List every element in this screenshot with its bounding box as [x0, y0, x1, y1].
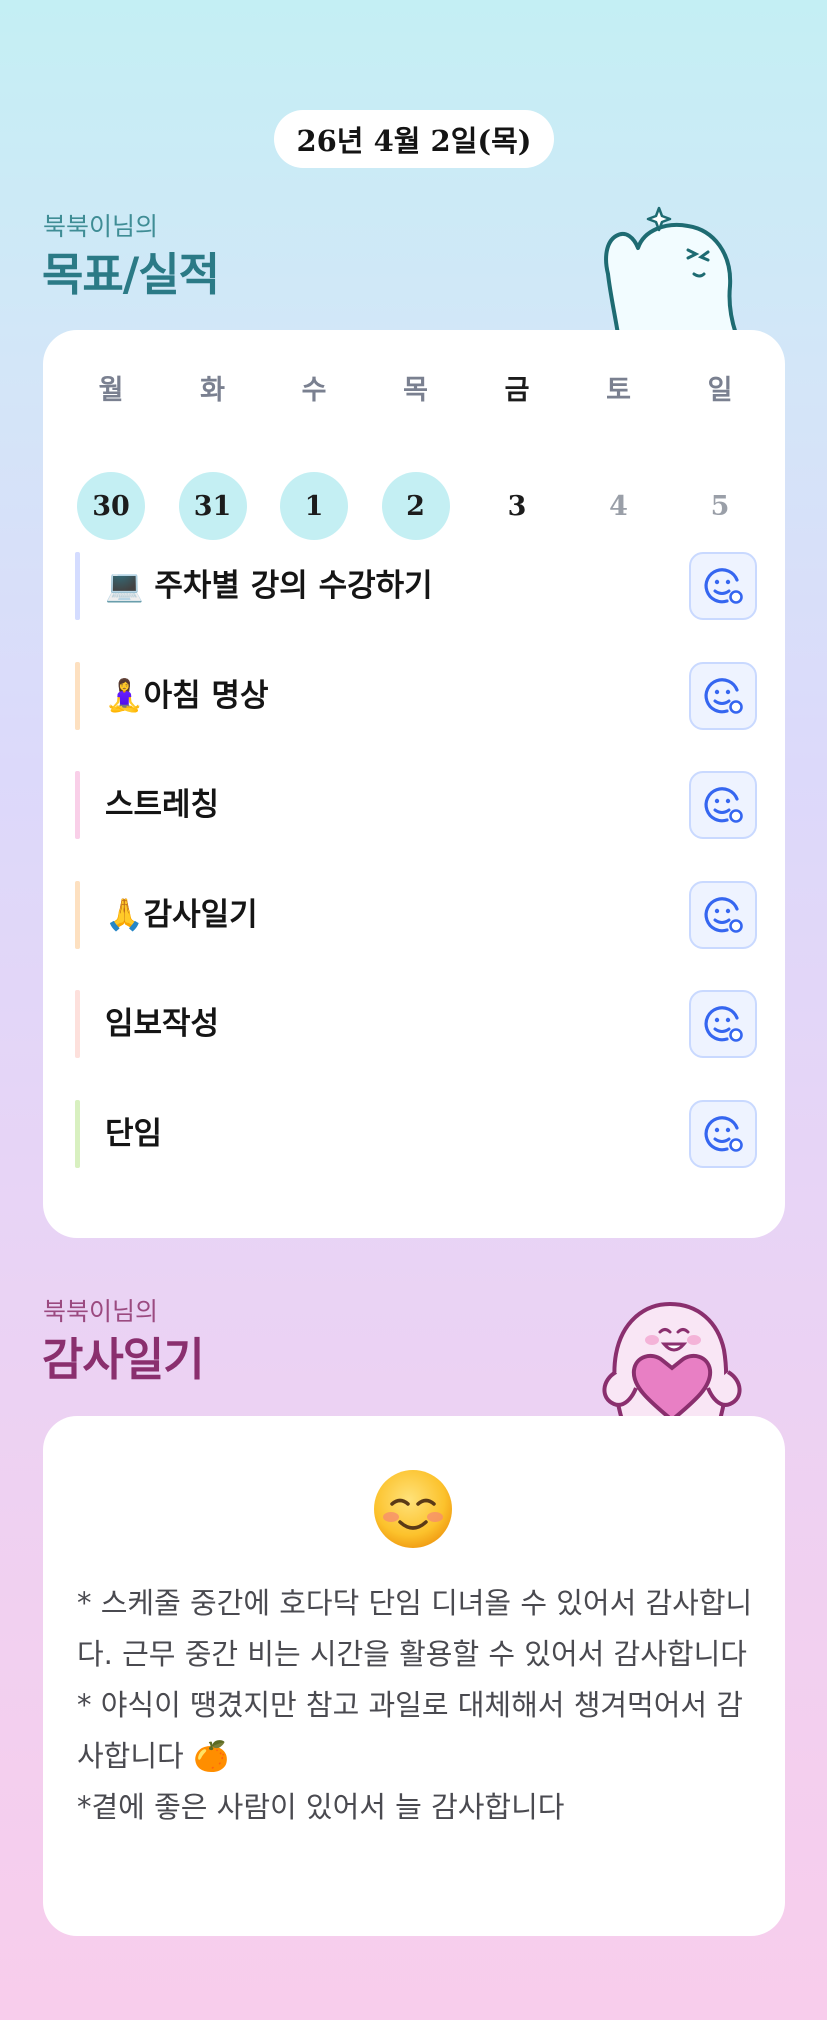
date-pill[interactable]: 26년 4월 2일(목)	[274, 110, 554, 168]
habit-check-button[interactable]	[689, 990, 757, 1058]
day-number[interactable]: 3	[483, 472, 551, 540]
habit-row: 💻 주차별 강의 수강하기	[75, 552, 757, 620]
habit-label: 💻 주차별 강의 수강하기	[105, 568, 433, 604]
habit-label: 단임	[105, 1115, 163, 1152]
waving-ghost-mascot-icon	[604, 206, 738, 334]
habit-check-button[interactable]	[689, 880, 757, 949]
day-number[interactable]: 4	[585, 472, 653, 540]
habit-check-button[interactable]	[689, 771, 757, 839]
smiley-face-add-icon	[704, 1115, 743, 1152]
gratitude-text: * 스케줄 중간에 호다닥 단임 디녀올 수 있어서 감사합니다. 근무 중간 …	[77, 1578, 757, 1833]
day-number[interactable]: 30	[77, 472, 145, 540]
habit-color-bar	[75, 552, 80, 620]
habit-check-button[interactable]	[689, 552, 757, 620]
day-number[interactable]: 5	[686, 472, 754, 540]
goals-title: 목표/실적	[42, 248, 220, 301]
habit-row: 🙏감사일기	[75, 880, 757, 949]
day-name: 화	[200, 375, 225, 406]
habit-label: 임보작성	[105, 1006, 220, 1042]
day-name: 일	[707, 375, 733, 406]
gratitude-line: *곁에 좋은 사람이 있어서 늘 감사합니다	[77, 1790, 565, 1824]
habit-check-button[interactable]	[689, 661, 757, 730]
habit-color-bar	[75, 990, 80, 1058]
habit-color-bar	[75, 880, 80, 949]
smiling-face-emoji	[374, 1470, 452, 1548]
heart-holding-ghost-mascot-icon	[602, 1301, 742, 1420]
day-name: 월	[98, 375, 124, 406]
habit-label: 🧘‍♀️아침 명상	[105, 677, 269, 714]
smiley-face-add-icon	[704, 1006, 743, 1042]
habit-check-button[interactable]	[689, 1099, 757, 1168]
habit-row: 단임	[75, 1099, 757, 1168]
smiley-face-add-icon	[704, 787, 743, 823]
habit-row: 🧘‍♀️아침 명상	[75, 661, 757, 730]
gratitude-line: * 스케줄 중간에 호다닥 단임 디녀올 수 있어서 감사합니다. 근무 중간 …	[77, 1586, 753, 1671]
gratitude-title: 감사일기	[42, 1333, 205, 1386]
gratitude-line: * 야식이 땡겼지만 참고 과일로 대체해서 챙겨먹어서 감사합니다 🍊	[77, 1688, 743, 1773]
smiley-face-add-icon	[704, 677, 743, 714]
day-name: 금	[504, 375, 530, 406]
goals-card: 월 30 화 31 수 1 목 2 금 3 토 4 일 5 💻 주차별 강의 수강하기 🧘‍♀️아침 명상스…	[43, 330, 785, 1238]
week-strip: 월 30 화 31 수 1 목 2 금 3 토 4 일 5	[73, 358, 761, 540]
day-name: 수	[301, 375, 327, 406]
habit-label: 스트레칭	[105, 787, 220, 823]
habit-color-bar	[75, 771, 80, 839]
habit-row: 스트레칭	[75, 771, 757, 839]
day-number[interactable]: 2	[381, 472, 450, 540]
day-number[interactable]: 31	[178, 472, 247, 540]
gratitude-card: ☺️ * 스케줄 중간에 호다닥 단임 디녀올 수 있어서 감사합니다. 근무 …	[43, 1416, 785, 1936]
day-number[interactable]: 1	[280, 472, 348, 540]
day-name: 목	[403, 375, 428, 406]
date-label: 26년 4월 2일(목)	[296, 124, 532, 158]
habit-label: 🙏감사일기	[105, 896, 258, 933]
smiley-face-add-icon	[704, 896, 743, 933]
day-name: 토	[606, 375, 631, 406]
habit-color-bar	[75, 1099, 80, 1168]
habit-color-bar	[75, 661, 80, 730]
smiley-face-add-icon	[704, 568, 743, 604]
habit-row: 임보작성	[75, 990, 757, 1058]
